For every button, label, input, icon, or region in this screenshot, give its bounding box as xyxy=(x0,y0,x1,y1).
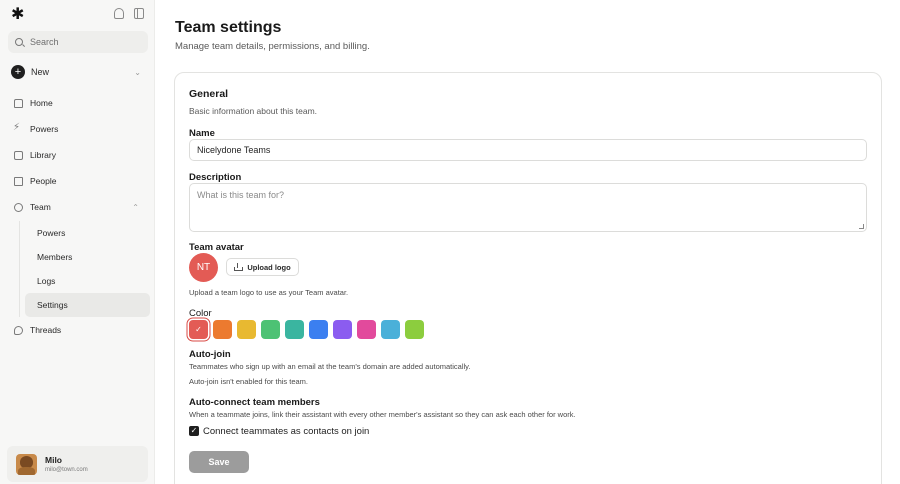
lightning-icon xyxy=(13,122,23,134)
color-swatch-2[interactable] xyxy=(213,320,232,339)
team-avatar-label: Team avatar xyxy=(189,242,244,253)
upload-icon xyxy=(234,262,244,271)
user-name: Milo xyxy=(45,455,62,465)
save-button[interactable]: Save xyxy=(189,451,249,473)
user-profile-card[interactable]: Milo milo@town.com xyxy=(7,446,148,482)
user-avatar xyxy=(16,453,37,475)
sidebar-item-home[interactable]: Home xyxy=(0,90,155,116)
upload-hint: Upload a team logo to use as your Team a… xyxy=(189,288,349,297)
home-icon xyxy=(14,98,23,108)
connect-teammates-checkbox[interactable]: ✓ xyxy=(189,426,199,436)
team-icon xyxy=(14,202,23,212)
sidebar-item-label: People xyxy=(30,176,57,186)
general-section-subtitle: Basic information about this team. xyxy=(189,106,318,116)
sidebar-nav-bottom: Threads xyxy=(0,317,155,343)
upload-logo-button[interactable]: Upload logo xyxy=(226,258,299,276)
app-logo-icon[interactable]: ✱ xyxy=(11,7,25,23)
general-settings-card xyxy=(174,72,882,484)
search-input[interactable]: Search xyxy=(8,31,148,53)
notifications-bell-icon[interactable] xyxy=(114,8,124,19)
sidebar-item-people[interactable]: People xyxy=(0,168,155,194)
search-placeholder: Search xyxy=(30,37,59,47)
general-section-title: General xyxy=(189,88,229,100)
sidebar-item-label: Team xyxy=(30,202,51,212)
sidebar-item-label: Library xyxy=(30,150,56,160)
new-label: New xyxy=(31,67,50,77)
user-email: milo@town.com xyxy=(45,467,88,473)
color-swatch-5[interactable] xyxy=(285,320,304,339)
description-textarea[interactable]: What is this team for? xyxy=(189,183,867,232)
color-swatch-7[interactable] xyxy=(333,320,352,339)
new-button[interactable]: + New ⌄ xyxy=(11,64,141,80)
team-avatar: NT xyxy=(189,253,218,282)
sidebar-item-label: Home xyxy=(30,98,53,108)
auto-connect-title: Auto-connect team members xyxy=(189,397,320,408)
search-icon xyxy=(15,38,23,46)
plus-icon: + xyxy=(11,65,25,79)
sidebar-item-label: Powers xyxy=(30,124,59,134)
auto-join-status: Auto-join isn't enabled for this team. xyxy=(189,377,308,386)
contacts-icon xyxy=(14,176,23,186)
color-swatch-4[interactable] xyxy=(261,320,280,339)
subnav-item-members[interactable]: Members xyxy=(25,245,150,269)
page-subtitle: Manage team details, permissions, and bi… xyxy=(175,41,370,52)
upload-label: Upload logo xyxy=(247,262,291,272)
book-icon xyxy=(14,150,23,160)
subnav-item-powers[interactable]: Powers xyxy=(25,221,150,245)
color-swatch-1[interactable]: ✓ xyxy=(189,320,208,339)
team-subnav: Powers Members Logs Settings xyxy=(19,221,150,317)
auto-join-title: Auto-join xyxy=(189,349,231,360)
sidebar-item-library[interactable]: Library xyxy=(0,142,155,168)
sidebar-item-powers[interactable]: Powers xyxy=(0,116,155,142)
color-swatch-8[interactable] xyxy=(357,320,376,339)
color-swatch-9[interactable] xyxy=(381,320,400,339)
toggle-sidebar-icon[interactable] xyxy=(134,8,144,19)
team-name-input[interactable]: Nicelydone Teams xyxy=(189,139,867,161)
subnav-item-settings[interactable]: Settings xyxy=(25,293,150,317)
description-placeholder: What is this team for? xyxy=(197,190,285,200)
subnav-item-logs[interactable]: Logs xyxy=(25,269,150,293)
resize-handle-icon[interactable] xyxy=(859,224,864,229)
description-label: Description xyxy=(189,172,242,183)
sidebar-item-team[interactable]: Team ⌃ xyxy=(0,194,155,220)
auto-join-description: Teammates who sign up with an email at t… xyxy=(189,362,471,371)
connect-teammates-label: Connect teammates as contacts on join xyxy=(203,426,370,437)
sidebar: ✱ Search + New ⌄ Home Powers Library Peo… xyxy=(0,0,155,484)
auto-connect-description: When a teammate joins, link their assist… xyxy=(189,410,576,419)
sidebar-item-threads[interactable]: Threads xyxy=(0,317,155,343)
chevron-down-icon[interactable]: ⌄ xyxy=(134,68,141,77)
color-swatch-3[interactable] xyxy=(237,320,256,339)
check-icon: ✓ xyxy=(195,325,202,334)
sidebar-item-label: Threads xyxy=(30,325,62,335)
chevron-up-icon[interactable]: ⌃ xyxy=(132,203,139,212)
color-swatch-10[interactable] xyxy=(405,320,424,339)
page-title: Team settings xyxy=(175,19,282,36)
color-swatch-6[interactable] xyxy=(309,320,328,339)
chat-bubble-icon xyxy=(14,325,23,335)
color-label: Color xyxy=(189,308,212,319)
sidebar-nav: Home Powers Library People Team ⌃ xyxy=(0,90,155,220)
name-label: Name xyxy=(189,128,215,139)
color-swatches: ✓ xyxy=(189,320,424,339)
